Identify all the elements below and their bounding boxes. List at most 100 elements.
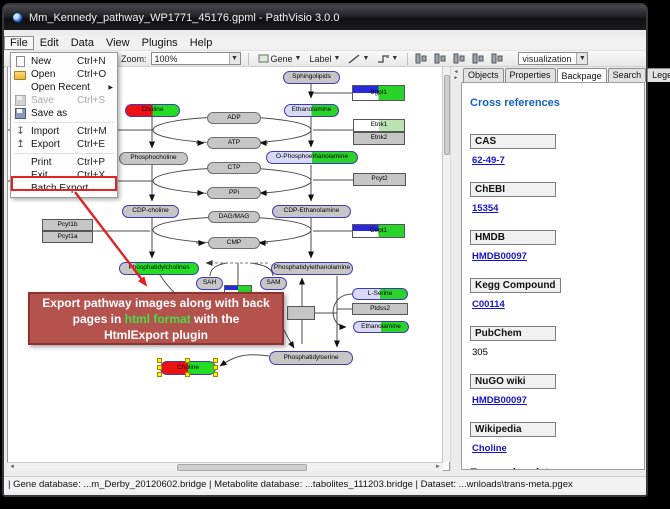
toolbar-distribute-vertical-icon[interactable] xyxy=(434,53,447,64)
node-cdp-choline[interactable]: CDP-choline xyxy=(122,205,179,218)
xref-header: Wikipedia xyxy=(470,422,556,437)
status-bar: | Gene database: ...m_Derby_20120602.bri… xyxy=(4,476,646,492)
label-tool-button[interactable]: Label▼ xyxy=(307,52,342,66)
node-phosphatidylcholines[interactable]: Phosphatidylcholines xyxy=(119,262,199,275)
menubar-item-data[interactable]: Data xyxy=(65,36,100,50)
node-pcyt1b[interactable]: Pcyt1b xyxy=(42,219,93,231)
horizontal-scrollbar[interactable]: ◄ ► xyxy=(7,462,443,471)
chevron-down-icon[interactable]: ▼ xyxy=(229,53,240,64)
node-ctp[interactable]: CTP xyxy=(207,162,261,174)
selection-handle[interactable] xyxy=(213,365,218,370)
node-atp[interactable]: ATP xyxy=(207,137,261,149)
backpage-panel[interactable]: Cross references CAS62-49-7ChEBI15354HMD… xyxy=(461,82,645,470)
node-cmp[interactable]: CMP xyxy=(208,237,260,249)
xref-value: HMDB00097 xyxy=(472,395,636,406)
panel-splitter[interactable]: ◄► xyxy=(450,67,461,471)
menubar-item-plugins[interactable]: Plugins xyxy=(136,36,184,50)
chevron-down-icon[interactable]: ▼ xyxy=(576,53,587,64)
menu-item-import[interactable]: ↧ImportCtrl+M xyxy=(11,125,117,138)
menu-bar: FileEditDataViewPluginsHelp xyxy=(4,36,646,51)
node-sgpl1[interactable]: Sgpl1 xyxy=(352,85,405,101)
tab-search[interactable]: Search xyxy=(608,68,647,82)
xref-link[interactable]: Choline xyxy=(472,443,507,454)
vertical-scrollbar[interactable] xyxy=(442,67,450,462)
line-tool-button[interactable]: ▼ xyxy=(346,52,371,66)
title-bar[interactable]: Mm_Kennedy_pathway_WP1771_45176.gpml - P… xyxy=(4,5,646,30)
toolbar-stack-icon[interactable] xyxy=(491,53,504,64)
node-adp[interactable]: ADP xyxy=(207,112,261,124)
toolbar-align-horizontal-icon[interactable] xyxy=(415,53,428,64)
xref-value: 305 xyxy=(472,347,636,358)
node-sphingolipids[interactable]: Sphingolipids xyxy=(283,71,340,84)
node-phosphatidylserine[interactable]: Phosphatidylserine xyxy=(269,351,353,365)
menu-item-print[interactable]: PrintCtrl+P xyxy=(11,156,117,169)
selection-handle[interactable] xyxy=(185,358,190,363)
app-icon xyxy=(12,12,23,23)
menu-item-open-recent[interactable]: Open Recent▶ xyxy=(11,81,117,94)
node-dag-mag[interactable]: DAG/MAG xyxy=(208,211,260,223)
visualization-combobox[interactable]: visualization ▼ xyxy=(518,52,588,65)
toolbar-separator xyxy=(248,53,249,65)
node-cept1[interactable]: Cept1 xyxy=(352,224,405,238)
menu-item-open[interactable]: OpenCtrl+O xyxy=(11,68,117,81)
connector-tool-button[interactable]: ▼ xyxy=(375,52,400,66)
node-l-serine[interactable]: L-Serine xyxy=(352,288,408,300)
toolbar-match-height-icon[interactable] xyxy=(472,53,485,64)
menu-item-new[interactable]: NewCtrl+N xyxy=(11,55,117,68)
node-etnk1[interactable]: Etnk1 xyxy=(353,119,405,132)
status-text: | Gene database: ...m_Derby_20120602.bri… xyxy=(8,479,573,490)
line-icon xyxy=(348,54,360,64)
node-o-phosphoethanolamine[interactable]: O-Phosphoethanolamine xyxy=(266,151,358,164)
node-etnk2[interactable]: Etnk2 xyxy=(353,132,405,145)
node-phosphocholine[interactable]: Phosphocholine xyxy=(119,152,188,165)
xref-link[interactable]: HMDB00097 xyxy=(472,395,527,406)
annotation-callout: Export pathway images along with back pa… xyxy=(28,292,284,345)
desktop: Mm_Kennedy_pathway_WP1771_45176.gpml - P… xyxy=(0,0,670,509)
xref-link[interactable]: HMDB00097 xyxy=(472,251,527,262)
node-ethanolamine[interactable]: Ethanolamine xyxy=(284,104,339,117)
tab-properties[interactable]: Properties xyxy=(505,68,556,82)
tab-objects[interactable]: Objects xyxy=(463,68,504,82)
node-ppi[interactable]: PPi xyxy=(207,187,261,199)
menubar-item-view[interactable]: View xyxy=(100,36,136,50)
selection-handle[interactable] xyxy=(157,365,162,370)
node-sah[interactable]: SAH xyxy=(196,277,223,290)
xref-link[interactable]: 15354 xyxy=(472,203,498,214)
node-choline[interactable]: Choline xyxy=(125,104,180,117)
node-ptdss2[interactable]: Ptdss2 xyxy=(352,303,408,315)
xref-section-hmdb: HMDBHMDB00097 xyxy=(470,227,636,262)
node-cdp-ethanolamine[interactable]: CDP-Ethanolamine xyxy=(272,205,351,218)
menubar-item-file[interactable]: File xyxy=(4,36,34,50)
node-ethanolamine[interactable]: Ethanolamine xyxy=(353,321,409,333)
gene-tool-button[interactable]: Gene▼ xyxy=(256,52,304,66)
zoom-combobox[interactable]: 100% ▼ xyxy=(151,52,241,65)
scroll-right-icon[interactable]: ► xyxy=(435,464,441,470)
horizontal-scrollbar-thumb[interactable] xyxy=(177,464,307,471)
selection-handle[interactable] xyxy=(157,372,162,377)
tab-backpage[interactable]: Backpage xyxy=(557,68,607,83)
menu-item-export[interactable]: ↥ExportCtrl+E xyxy=(11,138,117,151)
xref-section-chebi: ChEBI15354 xyxy=(470,179,636,214)
xref-header: NuGO wiki xyxy=(470,374,556,389)
node-phosphatidylethanolamine[interactable]: Phosphatidylethanolamine xyxy=(271,262,353,275)
toolbar-match-width-icon[interactable] xyxy=(453,53,466,64)
node-pcyt2[interactable]: Pcyt2 xyxy=(353,173,406,186)
node-pcyt1a[interactable]: Pcyt1a xyxy=(42,231,93,243)
xref-section-nugo-wiki: NuGO wiki HMDB00097 xyxy=(470,371,636,406)
scroll-left-icon[interactable]: ◄ xyxy=(9,464,15,470)
xref-link[interactable]: 62-49-7 xyxy=(472,155,505,166)
xref-link[interactable]: C00114 xyxy=(472,299,505,310)
collapse-right-icon[interactable]: ► xyxy=(454,75,459,81)
menu-item-save[interactable]: SaveCtrl+S xyxy=(11,94,117,107)
selection-handle[interactable] xyxy=(157,358,162,363)
node-gene-box[interactable] xyxy=(287,306,315,320)
menubar-item-help[interactable]: Help xyxy=(184,36,219,50)
node-sam[interactable]: SAM xyxy=(260,277,287,290)
selection-handle[interactable] xyxy=(213,358,218,363)
tab-legend[interactable]: Legend xyxy=(647,68,670,82)
selection-handle[interactable] xyxy=(213,372,218,377)
menu-item-save-as[interactable]: Save as xyxy=(11,107,117,120)
selection-handle[interactable] xyxy=(185,372,190,377)
menubar-item-edit[interactable]: Edit xyxy=(34,36,65,50)
open-icon xyxy=(14,69,27,80)
